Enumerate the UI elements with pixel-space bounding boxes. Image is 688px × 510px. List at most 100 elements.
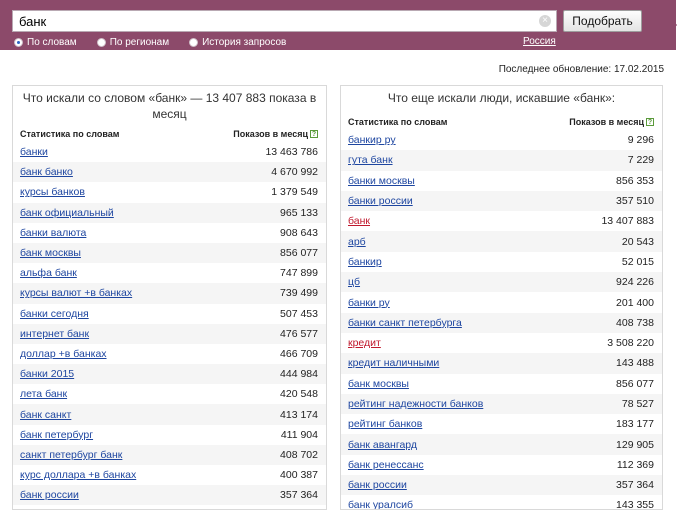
keyword-link[interactable]: банкир [348, 256, 382, 268]
help-icon[interactable]: ? [310, 130, 318, 138]
impressions-count: 357 364 [280, 489, 318, 502]
keyword-link[interactable]: банк авангард [348, 439, 417, 451]
region-link[interactable]: Россия [523, 36, 556, 47]
keyword-link[interactable]: банк официальный [20, 207, 114, 219]
mode-by-words[interactable]: По словам [14, 36, 77, 48]
keyword-link[interactable]: банк санкт [20, 409, 71, 421]
mode-label: По словам [27, 36, 77, 48]
keyword-link[interactable]: лета банк [20, 388, 67, 400]
keyword-link[interactable]: рейтинг надежности банков [348, 398, 483, 410]
keyword-link[interactable]: санкт петербург банк [20, 449, 122, 461]
keyword-link[interactable]: банки ру [348, 297, 390, 309]
search-field[interactable]: × [12, 10, 557, 32]
keyword-link[interactable]: банки москвы [348, 175, 415, 187]
table-row: банк авангард 129 905 [341, 434, 662, 455]
impressions-count: 201 400 [616, 296, 654, 309]
impressions-count: 408 738 [616, 316, 654, 329]
keyword-link[interactable]: банк петербург [20, 429, 93, 441]
submit-button[interactable]: Подобрать [563, 10, 642, 32]
keyword-link[interactable]: банки россии [348, 195, 413, 207]
table-header: Статистика по словам Показов в месяц ? [13, 126, 326, 142]
impressions-count: 7 229 [627, 154, 654, 167]
keyword-link[interactable]: банки валюта [20, 227, 86, 239]
table-row: кредит наличными 143 488 [341, 353, 662, 374]
search-input[interactable] [13, 11, 533, 31]
impressions-count: 4 670 992 [271, 166, 318, 179]
impressions-count: 856 077 [616, 377, 654, 390]
keyword-link[interactable]: банк россии [348, 479, 407, 491]
radio-icon [189, 37, 199, 47]
impressions-count: 408 702 [280, 448, 318, 461]
impressions-count: 466 709 [280, 347, 318, 360]
keyword-link[interactable]: банки сегодня [20, 308, 89, 320]
keyword-link[interactable]: рейтинг банков [348, 418, 422, 430]
radio-icon [14, 37, 23, 47]
table-row: кредит 3 508 220 [341, 333, 662, 353]
help-icon[interactable]: ? [646, 118, 654, 126]
keyword-link[interactable]: кредит наличными [348, 357, 439, 369]
table-row: банкир ру 9 296 [341, 130, 662, 150]
keyword-link[interactable]: альфа банк [20, 267, 77, 279]
mode-history[interactable]: История запросов [189, 36, 286, 48]
impressions-count: 9 296 [627, 134, 654, 147]
impressions-count: 411 904 [280, 428, 318, 441]
table-row: банкир 52 015 [341, 252, 662, 272]
keyword-link[interactable]: арб [348, 236, 366, 248]
keyword-link[interactable]: доллар +в банках [20, 348, 107, 360]
keyword-link[interactable]: кредит [348, 337, 381, 349]
table-row: банки валюта 908 643 [13, 223, 326, 243]
keyword-link[interactable]: банк [348, 215, 370, 227]
keyword-link[interactable]: курс доллара +в банках [20, 469, 136, 481]
table-row: банк официальный 965 133 [13, 202, 326, 223]
keyword-link[interactable]: банкир ру [348, 134, 396, 146]
impressions-count: 3 508 220 [607, 337, 654, 350]
keyword-link[interactable]: банк банко [20, 166, 73, 178]
keyword-link[interactable]: банк уралсиб [348, 499, 413, 509]
table-row: курсы валют +в банках 739 499 [13, 283, 326, 304]
table-row: банки сегодня 507 453 [13, 304, 326, 324]
table-row: банк россии 357 364 [13, 485, 326, 506]
column-header-count: Показов в месяц [233, 129, 308, 139]
table-row: рейтинг надежности банков 78 527 [341, 393, 662, 415]
radio-icon [96, 37, 106, 47]
search-modes: По словам По регионам История запросов [14, 36, 306, 48]
panel-related: Что еще искали люди, искавшие «банк»: Ст… [340, 85, 663, 510]
impressions-count: 507 453 [280, 307, 318, 320]
clear-icon[interactable]: × [539, 15, 551, 27]
table-row: банки москвы 856 353 [341, 171, 662, 191]
impressions-count: 1 379 549 [271, 186, 318, 199]
table-row: банки ру 201 400 [341, 292, 662, 312]
keyword-link[interactable]: банк россии [20, 489, 79, 501]
table-row: банк россии 357 364 [341, 475, 662, 496]
panel-with-word: Что искали со словом «банк» — 13 407 883… [12, 85, 327, 510]
table-row: альфа банк 747 899 [13, 263, 326, 283]
table-row: курс доллара +в банках 400 387 [13, 465, 326, 485]
panel-title: Что еще искали люди, искавшие «банк»: [387, 91, 616, 105]
table-row: интернет банк 476 577 [13, 323, 326, 344]
impressions-count: 20 543 [621, 235, 654, 248]
keyword-link[interactable]: банк ренессанс [348, 459, 424, 471]
keyword-link[interactable]: цб [348, 276, 360, 288]
keyword-list: банкир ру 9 296 гута банк 7 229 банки москвы… [341, 130, 662, 509]
table-row: гута банк 7 229 [341, 150, 662, 171]
keyword-link[interactable]: гута банк [348, 154, 393, 166]
table-row: цб 924 226 [341, 272, 662, 293]
table-row: курсы банков 1 379 549 [13, 182, 326, 202]
bar-arrow [655, 0, 677, 50]
keyword-link[interactable]: банк москвы [20, 247, 81, 259]
keyword-link[interactable]: банки [20, 146, 48, 158]
impressions-count: 357 510 [616, 195, 654, 208]
panel-title: Что искали со словом «банк» — 13 407 883… [22, 91, 317, 121]
keyword-link[interactable]: банк москвы [348, 378, 409, 390]
keyword-link[interactable]: интернет банк [20, 328, 89, 340]
table-row: банки 13 463 786 [13, 142, 326, 162]
keyword-link[interactable]: курсы банков [20, 186, 85, 198]
mode-label: История запросов [202, 36, 287, 48]
table-header: Статистика по словам Показов в месяц ? [341, 114, 662, 130]
keyword-link[interactable]: банки 2015 [20, 368, 74, 380]
impressions-count: 747 899 [280, 267, 318, 280]
mode-by-regions[interactable]: По регионам [96, 36, 169, 48]
impressions-count: 78 527 [621, 398, 654, 410]
keyword-link[interactable]: курсы валют +в банках [20, 287, 132, 299]
keyword-link[interactable]: банки санкт петербурга [348, 317, 462, 329]
